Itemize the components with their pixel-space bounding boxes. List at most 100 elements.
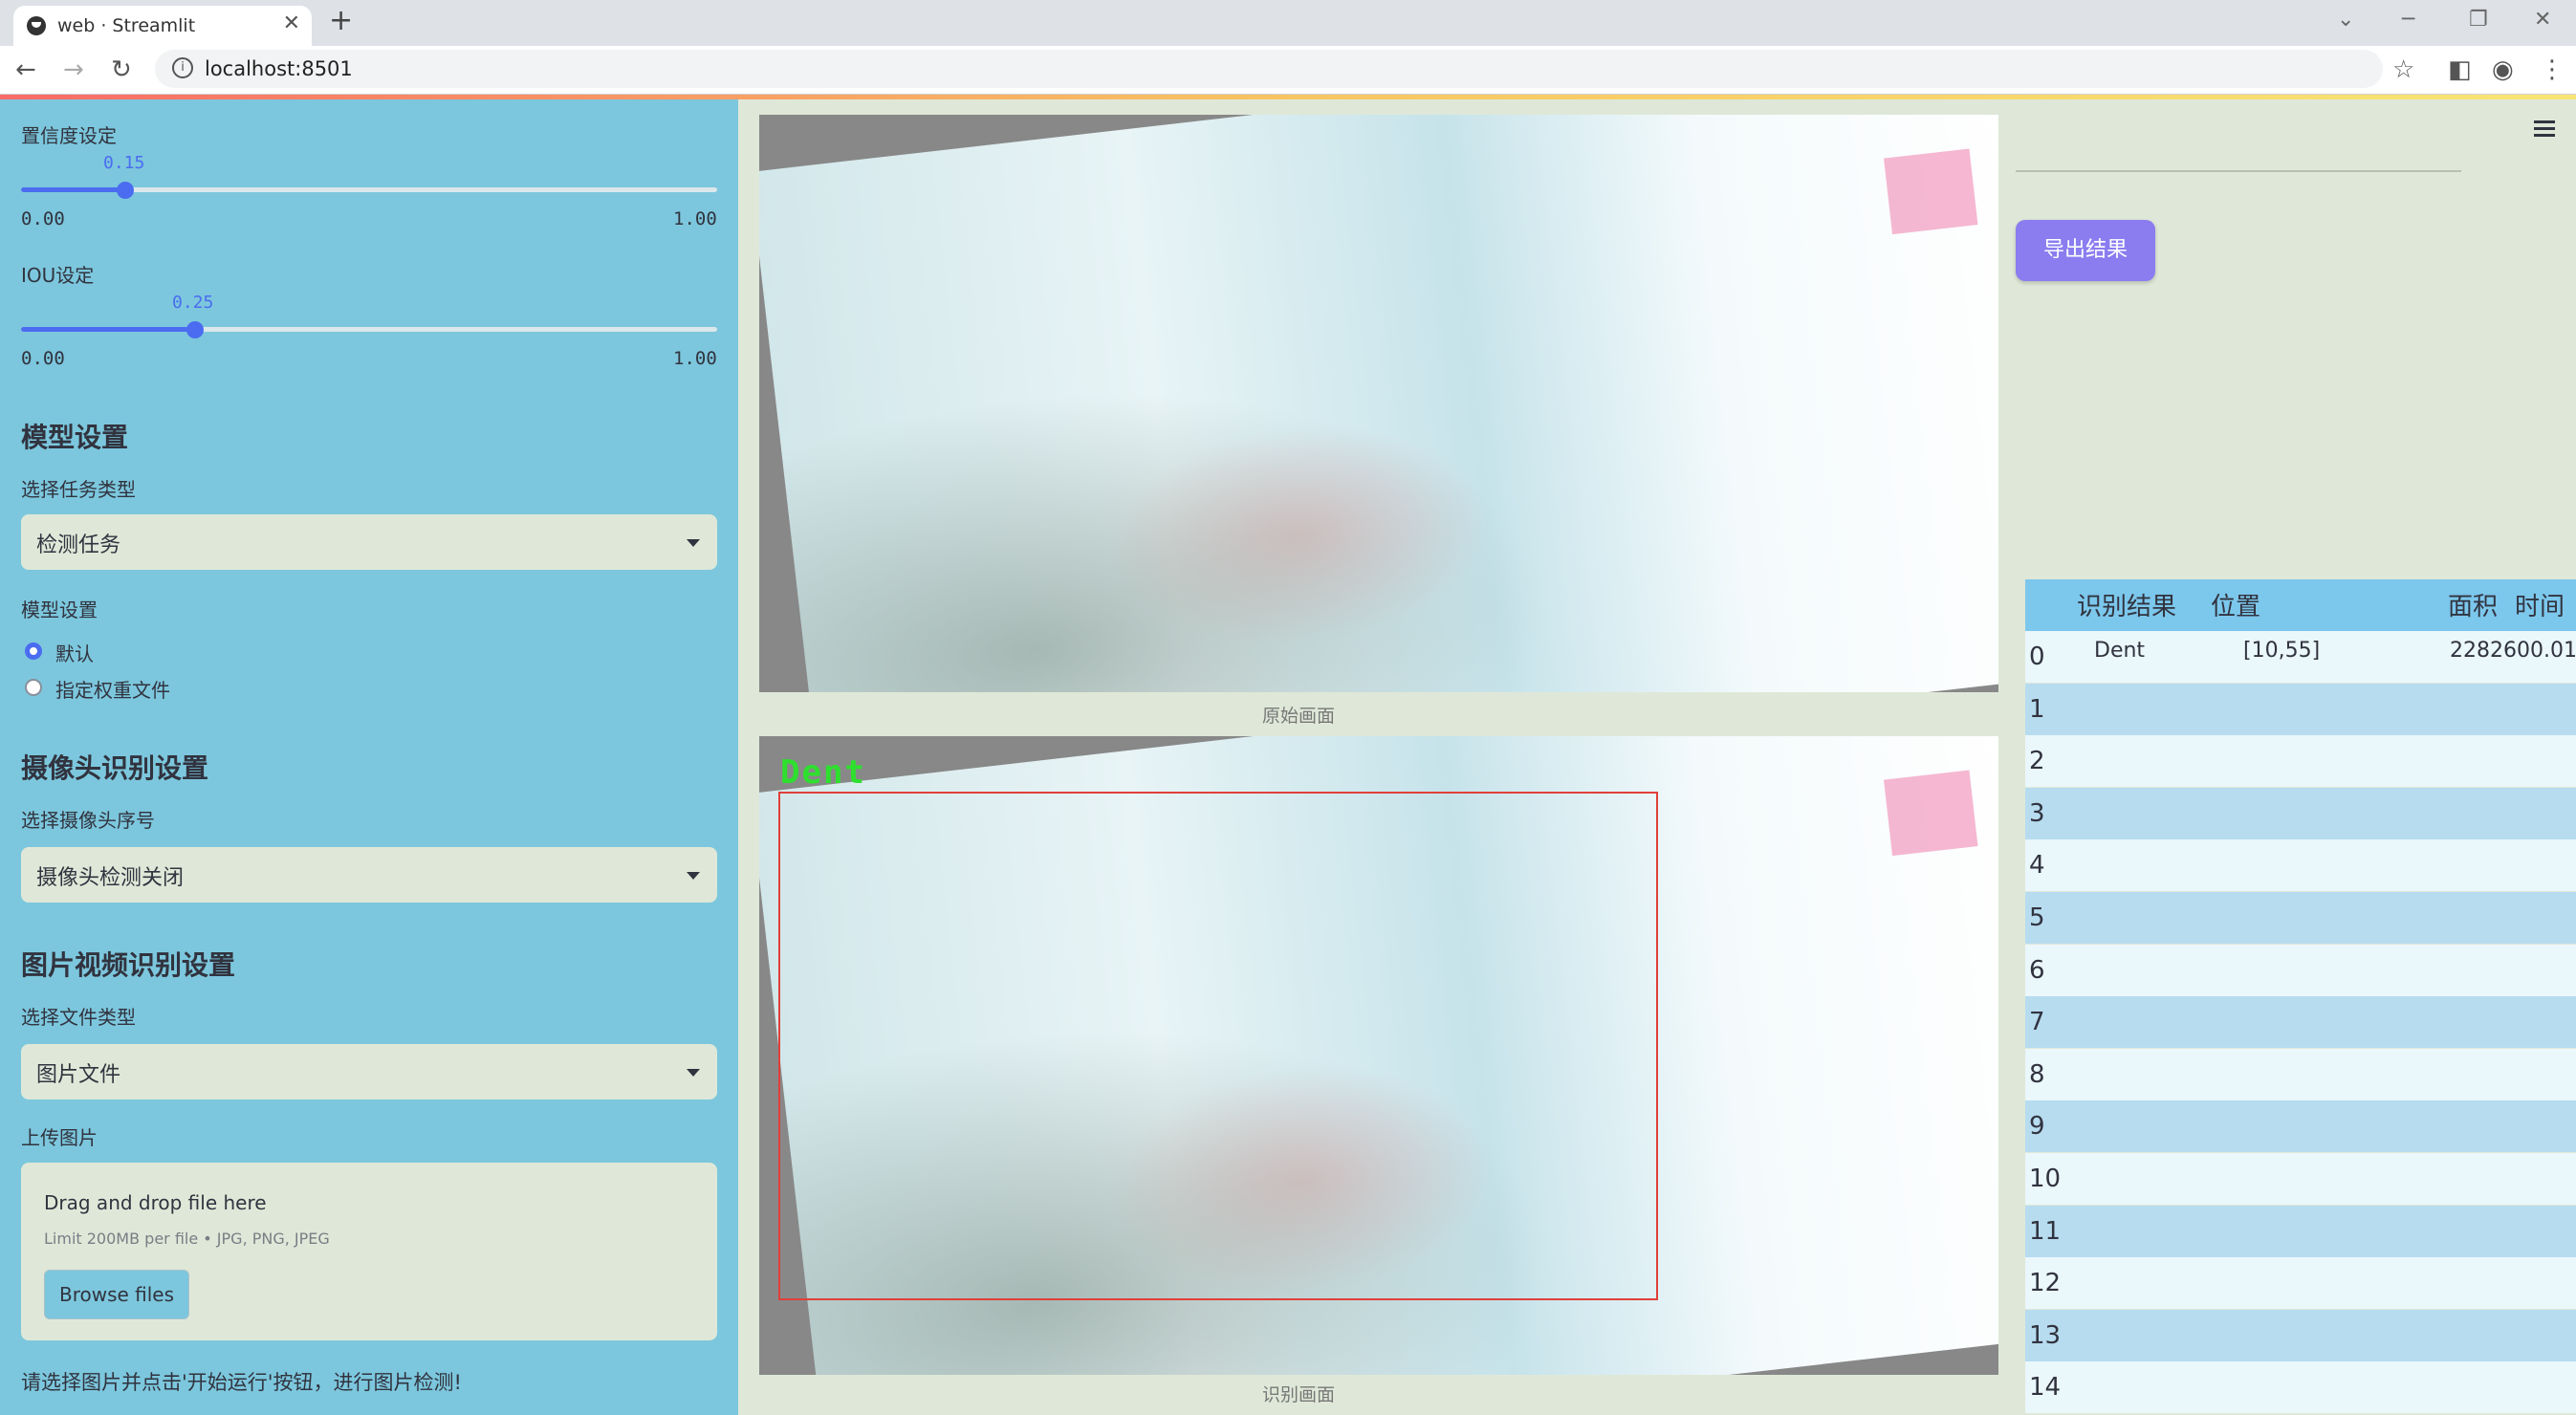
table-cell-position: [10,55] [2243, 639, 2321, 663]
iou-slider-thumb[interactable] [186, 321, 204, 338]
sidebar: 置信度设定 0.15 0.00 1.00 IOU设定 0.25 0.00 1.0… [0, 99, 738, 1415]
browser-tab[interactable]: web · Streamlit ✕ [13, 6, 312, 46]
chevron-down-icon [687, 539, 700, 547]
app-menu-icon[interactable] [2534, 120, 2555, 141]
table-header-cell[interactable]: 时间 [2515, 587, 2565, 622]
iou-value: 0.25 [172, 293, 214, 313]
tab-close-icon[interactable]: ✕ [283, 11, 300, 35]
table-cell-area: 228260 [2450, 639, 2530, 663]
table-row[interactable]: 9 [2025, 1100, 2576, 1153]
confidence-label: 置信度设定 [21, 124, 117, 147]
camera-index-value: 摄像头检测关闭 [36, 866, 185, 890]
restore-icon[interactable]: ❐ [2469, 8, 2488, 32]
table-header-cell[interactable]: 位置 [2211, 587, 2260, 622]
hint-text: 请选择图片并点击'开始运行'按钮，进行图片检测! [21, 1371, 462, 1394]
camera-index-label: 选择摄像头序号 [21, 809, 155, 832]
confidence-max: 1.00 [673, 208, 717, 229]
upload-label: 上传图片 [21, 1126, 98, 1149]
table-row[interactable]: 13 [2025, 1309, 2576, 1361]
original-caption: 原始画面 [1262, 706, 1336, 727]
table-row[interactable]: 3 [2025, 787, 2576, 839]
media-section-heading: 图片视频识别设置 [21, 949, 236, 981]
site-info-icon[interactable]: i [172, 57, 193, 78]
original-photo [759, 115, 1998, 692]
address-bar: ← → ↻ i localhost:8501 ☆ ◧ ◉ ⋮ [0, 46, 2576, 95]
table-row[interactable]: 14 [2025, 1361, 2576, 1414]
divider [2016, 170, 2461, 172]
row-index: 2 [2029, 747, 2045, 776]
upload-drag-text: Drag and drop file here [44, 1191, 267, 1214]
table-row[interactable]: 1 [2025, 683, 2576, 735]
confidence-slider-thumb[interactable] [117, 182, 134, 199]
detected-photo-pink-object [1883, 770, 1978, 857]
radio-default-label: 默认 [55, 642, 94, 665]
confidence-min: 0.00 [21, 208, 65, 229]
table-header-row: 识别结果 位置 面积 时间 [2025, 579, 2576, 631]
table-header-cell[interactable]: 识别结果 [2077, 587, 2176, 622]
table-row[interactable]: 2 [2025, 735, 2576, 788]
table-header-cell[interactable]: 面积 [2448, 587, 2498, 622]
reload-icon[interactable]: ↻ [111, 55, 132, 84]
row-index: 7 [2029, 1008, 2045, 1037]
chevron-down-icon [687, 1069, 700, 1077]
export-results-button[interactable]: 导出结果 [2016, 220, 2155, 281]
table-row[interactable]: 0 Dent [10,55] 228260 0.01 [2025, 631, 2576, 683]
browser-menu-icon[interactable]: ⋮ [2540, 55, 2565, 84]
url-text: localhost:8501 [205, 57, 353, 80]
original-photo-pink-object [1883, 148, 1978, 235]
iou-slider-fill [21, 327, 195, 332]
browse-files-button[interactable]: Browse files [44, 1270, 189, 1319]
tab-title: web · Streamlit [57, 15, 196, 36]
iou-label: IOU设定 [21, 264, 95, 287]
row-index: 1 [2029, 694, 2045, 724]
new-tab-icon[interactable]: + [329, 4, 353, 37]
table-row[interactable]: 11 [2025, 1205, 2576, 1257]
row-index: 4 [2029, 851, 2045, 881]
detected-caption: 识别画面 [1262, 1384, 1336, 1405]
table-cell-time: 0.01 [2530, 639, 2576, 663]
streamlit-favicon-icon [27, 16, 46, 35]
row-index: 10 [2029, 1165, 2062, 1193]
task-type-value: 检测任务 [36, 533, 121, 557]
bookmark-star-icon[interactable]: ☆ [2392, 55, 2414, 84]
radio-custom-weights[interactable] [25, 679, 42, 696]
table-row[interactable]: 7 [2025, 996, 2576, 1049]
detection-label: Dent [780, 753, 866, 792]
profile-icon[interactable]: ◉ [2492, 55, 2514, 84]
back-icon[interactable]: ← [15, 55, 36, 84]
radio-custom-weights-label: 指定权重文件 [55, 679, 170, 702]
browser-tab-bar: web · Streamlit ✕ + ⌄ ─ ❐ ✕ [0, 0, 2576, 46]
original-image [759, 115, 1998, 692]
radio-default[interactable] [25, 642, 42, 660]
table-row[interactable]: 8 [2025, 1048, 2576, 1100]
detection-bounding-box [778, 792, 1658, 1300]
forward-icon[interactable]: → [63, 55, 84, 84]
url-field[interactable]: i localhost:8501 [155, 50, 2383, 88]
table-row[interactable]: 6 [2025, 944, 2576, 996]
task-type-select[interactable]: 检测任务 [21, 514, 717, 570]
camera-section-heading: 摄像头识别设置 [21, 752, 209, 784]
confidence-slider-fill [21, 187, 125, 192]
window-close-icon[interactable]: ✕ [2534, 8, 2551, 32]
table-row[interactable]: 5 [2025, 892, 2576, 944]
row-index: 11 [2029, 1216, 2062, 1246]
row-index: 3 [2029, 798, 2045, 828]
row-index: 6 [2029, 955, 2045, 985]
confidence-value: 0.15 [103, 153, 145, 173]
row-index: 14 [2029, 1373, 2062, 1403]
row-index: 5 [2029, 903, 2045, 932]
table-row[interactable]: 4 [2025, 839, 2576, 892]
file-type-select[interactable]: 图片文件 [21, 1044, 717, 1099]
camera-index-select[interactable]: 摄像头检测关闭 [21, 847, 717, 903]
file-type-value: 图片文件 [36, 1063, 121, 1087]
table-cell-result: Dent [2094, 639, 2146, 663]
row-index: 0 [2029, 642, 2045, 671]
file-type-label: 选择文件类型 [21, 1006, 136, 1029]
file-uploader-dropzone[interactable]: Drag and drop file here Limit 200MB per … [21, 1163, 717, 1340]
table-row[interactable]: 10 [2025, 1153, 2576, 1205]
row-index: 12 [2029, 1269, 2062, 1298]
minimize-icon[interactable]: ─ [2402, 8, 2414, 32]
table-row[interactable]: 12 [2025, 1257, 2576, 1310]
tab-search-chevron-icon[interactable]: ⌄ [2337, 8, 2354, 32]
side-panel-icon[interactable]: ◧ [2448, 55, 2472, 84]
